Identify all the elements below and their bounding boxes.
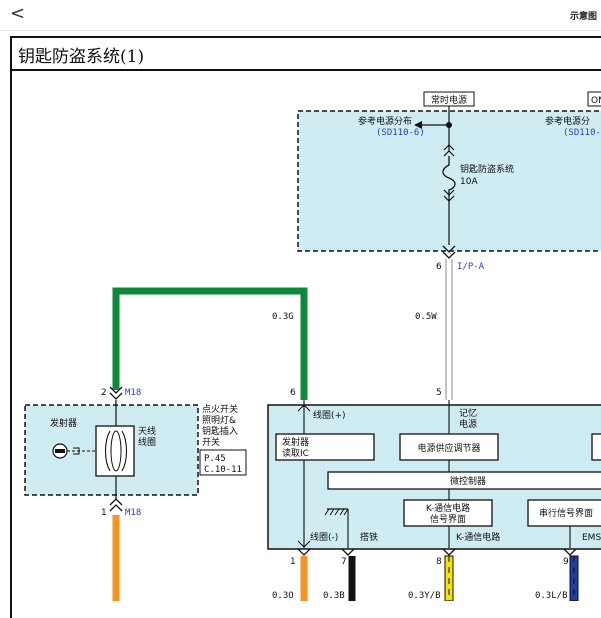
ref-left-label: 参考电源分布: [358, 115, 412, 127]
page-ref-line1: P.45: [204, 454, 226, 464]
transmitter-ic-line2: 读取IC: [282, 447, 309, 459]
ecu-pin-ems: 9: [563, 557, 569, 567]
on-power-label: ON: [591, 96, 601, 106]
transmitter-label: 发射器: [50, 417, 77, 429]
m18-top-label: M18: [125, 388, 141, 398]
green-wire: [112, 287, 308, 400]
ip-connector-label: I/P-A: [457, 262, 485, 272]
wire-label-green: 0.3G: [272, 312, 294, 322]
antenna-coil-box: [95, 425, 135, 477]
ecu-pin-coil-plus: 6: [290, 388, 296, 398]
ground-label: 搭铁: [360, 531, 378, 543]
fuse-rating: 10A: [460, 177, 478, 187]
ip-pin: 6: [436, 262, 442, 272]
power-regulator-label: 电源供应调节器: [417, 442, 480, 454]
k-interface-line1: K-通信电路: [426, 502, 470, 514]
ecu-pin-ground: 7: [341, 557, 347, 567]
wire-label-black: 0.3B: [323, 591, 345, 601]
connector-chevron-icon: [109, 498, 123, 512]
coil-minus-label: 线圈(-): [310, 531, 338, 543]
memory-label-line1: 记忆: [459, 407, 477, 419]
wire-label-blue: 0.3L/B: [535, 591, 568, 601]
ecu-block-partial: [591, 433, 601, 461]
ecu-pin-k: 8: [436, 557, 442, 567]
ref-left-code: (SD110-6): [376, 128, 425, 138]
antenna-label-line1: 天线: [138, 425, 156, 437]
ref-right-label: 参考电源分: [545, 115, 590, 127]
ems-label: EMS: [582, 533, 601, 543]
coil-plus-label: 线圈(+): [313, 409, 346, 421]
wiring-diagram: 常时电源 ON 参考电源分布 (SD110-6) 参考电源分 (SD110- 钥…: [12, 69, 601, 601]
switch-desc-line3: 钥匙插入: [202, 425, 238, 437]
ecu-pin-coil-minus: 1: [290, 557, 296, 567]
wire-label-orange: 0.3O: [272, 591, 294, 601]
connector-chevron-icon: [442, 548, 456, 556]
connector-chevron-icon: [341, 548, 355, 556]
k-circuit-label: K-通信电路: [456, 531, 500, 543]
transmitter-ic-line1: 发射器: [282, 436, 309, 448]
page-ref-line2: C.10-11: [204, 465, 242, 475]
m18-bottom-pin: 1: [101, 508, 107, 518]
switch-desc-line1: 点火开关: [202, 403, 238, 415]
serial-interface-label: 串行信号界面: [539, 507, 593, 519]
wire-label-yellow: 0.3Y/B: [408, 591, 441, 601]
fuse-name: 钥匙防盗系统: [460, 163, 514, 175]
connector-chevron-icon: [563, 548, 577, 556]
memory-label-line2: 电源: [459, 418, 477, 430]
m18-bottom-label: M18: [125, 508, 141, 518]
antenna-label-line2: 线圈: [138, 436, 156, 448]
switch-desc-line4: 开关: [202, 436, 220, 448]
wire-label-white: 0.5W: [415, 312, 437, 322]
constant-power-label: 常时电源: [431, 94, 467, 106]
m18-top-pin: 2: [101, 388, 107, 398]
ecu-pin-memory: 5: [436, 388, 442, 398]
mcu-label: 微控制器: [450, 475, 486, 487]
connector-chevron-icon: [297, 548, 311, 556]
k-interface-line2: 信号界面: [430, 513, 466, 525]
ref-right-code: (SD110-: [563, 128, 601, 138]
switch-desc-line2: 照明灯&: [202, 415, 236, 426]
